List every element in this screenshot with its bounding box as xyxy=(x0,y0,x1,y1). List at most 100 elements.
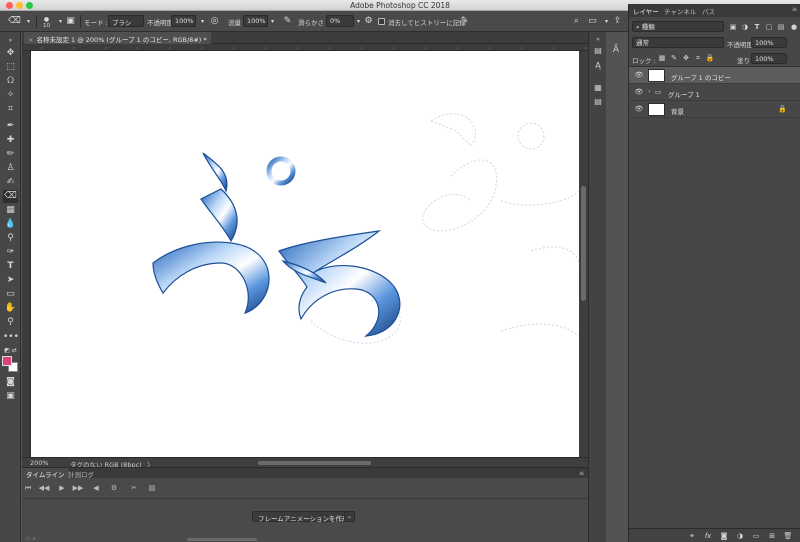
share-icon[interactable]: ⇪ xyxy=(611,15,624,28)
add-mask-icon[interactable]: ◙ xyxy=(719,531,729,541)
move-tool-icon[interactable]: ✥ xyxy=(3,47,18,60)
document-tab[interactable]: × 名称未設定 1 @ 200% (グループ 1 のコピー, RGB/8#) * xyxy=(24,32,211,44)
properties-panel-icon[interactable]: ▤ xyxy=(592,96,604,108)
lock-transparent-icon[interactable]: ▦ xyxy=(657,53,667,63)
history-checkbox[interactable] xyxy=(378,18,385,25)
zoom-tool-icon[interactable]: ⚲ xyxy=(3,316,18,329)
brush-tool-icon[interactable]: ✏ xyxy=(3,148,18,161)
zoom-level[interactable]: 200% xyxy=(30,459,49,467)
history-brush-tool-icon[interactable]: ✍ xyxy=(3,176,18,189)
filter-type-icon[interactable]: T xyxy=(752,22,762,32)
create-frame-animation-button[interactable]: フレームアニメーションを作成 xyxy=(252,511,355,523)
new-group-icon[interactable]: ▭ xyxy=(751,531,761,541)
pressure-opacity-icon[interactable]: ◎ xyxy=(208,15,221,28)
lasso-tool-icon[interactable]: ᘯ xyxy=(3,75,18,88)
filter-adjustment-icon[interactable]: ◑ xyxy=(740,22,750,32)
crop-tool-icon[interactable]: ⌗ xyxy=(3,103,18,116)
transition-icon[interactable]: ▨ xyxy=(146,482,158,494)
vertical-scrollbar[interactable] xyxy=(579,51,588,457)
audio-icon[interactable]: ◀ xyxy=(90,482,102,494)
marquee-tool-icon[interactable]: ⬚ xyxy=(3,61,18,74)
group-expand-chevron-icon[interactable]: › xyxy=(648,88,650,95)
blur-tool-icon[interactable]: 💧 xyxy=(3,218,18,231)
path-selection-tool-icon[interactable]: ➤ xyxy=(3,274,18,287)
next-frame-icon[interactable]: ▶▶ xyxy=(72,482,84,494)
brush-settings-icon[interactable]: ▣ xyxy=(64,15,77,28)
tab-timeline[interactable]: タイムライン xyxy=(22,468,69,479)
fill-field[interactable]: 100% xyxy=(751,53,787,64)
vertical-scroll-thumb[interactable] xyxy=(581,186,586,301)
workspace-icon[interactable]: ▭ xyxy=(586,15,599,28)
dodge-tool-icon[interactable]: ⚲ xyxy=(3,232,18,245)
layer-filter-select[interactable]: ⌕ 種類 xyxy=(632,21,724,32)
lock-image-icon[interactable]: ✎ xyxy=(669,53,679,63)
split-scissors-icon[interactable]: ✂ xyxy=(128,482,140,494)
pressure-size-icon[interactable]: ✎ xyxy=(458,15,471,28)
visibility-eye-icon[interactable]: 👁 xyxy=(634,70,644,80)
visibility-eye-icon[interactable]: 👁 xyxy=(634,104,644,114)
lock-all-icon[interactable]: 🔒 xyxy=(705,53,715,63)
smoothing-field[interactable]: 0% xyxy=(326,15,354,27)
eraser-tool-preset-icon[interactable]: ⌫ xyxy=(8,15,21,28)
playback-settings-icon[interactable]: ⚙ xyxy=(108,482,120,494)
paragraph-panel-icon[interactable]: Ᾱ xyxy=(610,44,622,56)
timeline-zoom-slider[interactable] xyxy=(187,538,257,541)
toolbar-collapse-icon[interactable]: » xyxy=(3,34,18,47)
lock-position-icon[interactable]: ✥ xyxy=(681,53,691,63)
horizontal-scroll-thumb[interactable] xyxy=(258,461,371,465)
gear-icon[interactable]: ⚙ xyxy=(362,15,375,28)
previous-frame-icon[interactable]: ◀◀ xyxy=(38,482,50,494)
search-icon[interactable]: ⌕ xyxy=(570,15,583,28)
canvas[interactable] xyxy=(31,51,579,457)
layer-row-group-copy[interactable]: 👁 グループ 1 のコピー xyxy=(629,67,800,84)
magic-wand-tool-icon[interactable]: ✧ xyxy=(3,89,18,102)
panel-menu-icon[interactable]: ≡ xyxy=(579,470,584,477)
vertical-ruler[interactable] xyxy=(22,51,31,457)
tool-preset-dropdown-icon[interactable]: ▾ xyxy=(22,15,35,28)
healing-brush-tool-icon[interactable]: ✚ xyxy=(3,134,18,147)
hand-tool-icon[interactable]: ✋ xyxy=(3,302,18,315)
play-icon[interactable]: ▶ xyxy=(56,482,68,494)
edit-toolbar-icon[interactable]: ••• xyxy=(3,331,19,344)
rectangle-tool-icon[interactable]: ▭ xyxy=(3,288,18,301)
delete-layer-icon[interactable]: 🗑 xyxy=(783,531,793,541)
history-panel-icon[interactable]: ▤ xyxy=(592,45,604,57)
filter-shape-icon[interactable]: ▢ xyxy=(764,22,774,32)
adjustment-layer-icon[interactable]: ◑ xyxy=(735,531,745,541)
visibility-eye-icon[interactable]: 👁 xyxy=(634,87,644,97)
tab-layers[interactable]: レイヤー xyxy=(633,6,659,16)
layer-style-icon[interactable]: fx xyxy=(703,531,713,541)
layer-row-group[interactable]: 👁 › ▭ グループ 1 xyxy=(629,84,800,101)
eraser-tool-icon[interactable]: ⌫ xyxy=(3,190,18,203)
lock-artboard-icon[interactable]: ⌗ xyxy=(693,53,703,63)
clone-stamp-tool-icon[interactable]: ♙ xyxy=(3,162,18,175)
gradient-tool-icon[interactable]: ▦ xyxy=(3,204,18,217)
character-panel-icon[interactable]: Ą xyxy=(592,60,604,72)
tab-channels[interactable]: チャンネル xyxy=(664,6,696,16)
create-animation-dropdown-icon[interactable]: ⌄ xyxy=(344,511,355,522)
tab-paths[interactable]: パス xyxy=(702,6,715,16)
quick-mask-icon[interactable]: ◙ xyxy=(3,376,18,389)
filter-smart-object-icon[interactable]: ▤ xyxy=(776,22,786,32)
airbrush-icon[interactable]: ✎ xyxy=(281,15,294,28)
mode-select[interactable]: ブラシ xyxy=(108,15,144,27)
pen-tool-icon[interactable]: ✑ xyxy=(3,246,18,259)
type-tool-icon[interactable]: T xyxy=(3,260,18,273)
opacity-field[interactable]: 100% xyxy=(171,15,196,27)
flow-dropdown-icon[interactable]: ▾ xyxy=(266,15,279,28)
layer-opacity-field[interactable]: 100% xyxy=(751,37,787,48)
layers-panel-menu-icon[interactable]: ≡ xyxy=(792,6,797,13)
adjustments-panel-icon[interactable]: ▦ xyxy=(592,82,604,94)
flow-field[interactable]: 100% xyxy=(243,15,268,27)
link-layers-icon[interactable]: ⚭ xyxy=(687,531,697,541)
filter-pixel-icon[interactable]: ▣ xyxy=(728,22,738,32)
first-frame-icon[interactable]: ⏮ xyxy=(22,482,34,494)
foreground-color-swatch[interactable] xyxy=(2,356,12,366)
layer-row-background[interactable]: 👁 背景 🔒 xyxy=(629,101,800,118)
tab-measurement-log[interactable]: 計測ログ xyxy=(64,468,98,479)
screen-mode-icon[interactable]: ▣ xyxy=(3,390,18,403)
eyedropper-tool-icon[interactable]: ✒ xyxy=(3,120,18,133)
filter-toggle-icon[interactable]: ● xyxy=(789,22,799,32)
new-layer-icon[interactable]: ⊞ xyxy=(767,531,777,541)
blend-mode-select[interactable]: 通常 xyxy=(632,37,724,48)
